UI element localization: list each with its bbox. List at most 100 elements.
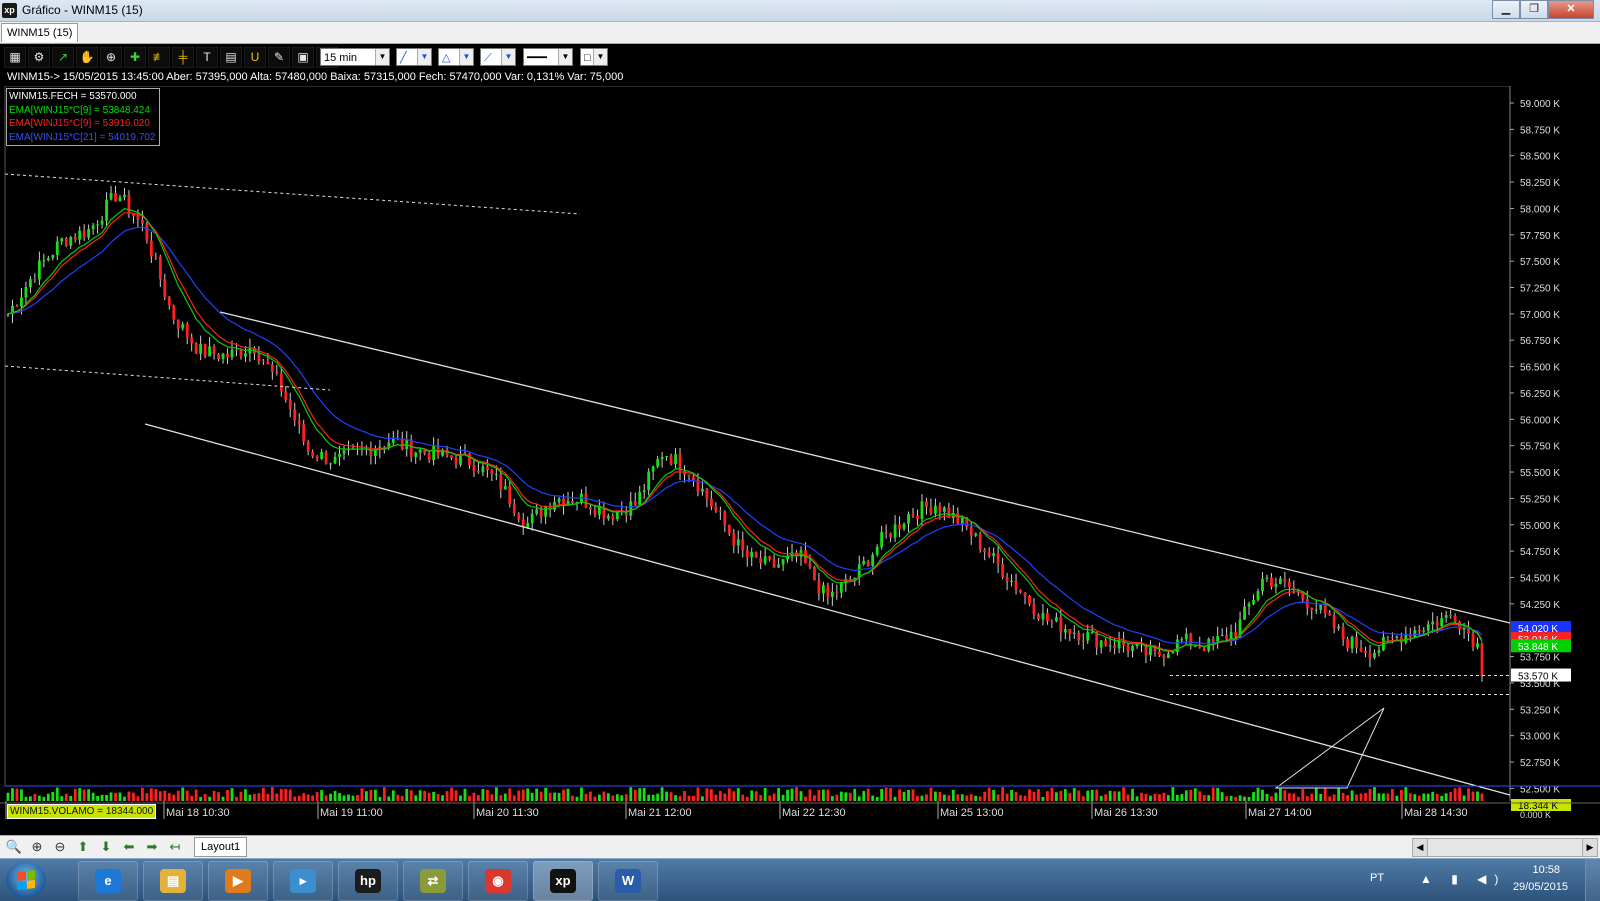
arrow-up-icon[interactable]: ⬆ (73, 838, 93, 856)
zoom-in-icon[interactable]: ⊕ (27, 838, 47, 856)
candle-body (750, 552, 754, 558)
minimize-button[interactable]: ▁ (1492, 0, 1520, 19)
candle-body (1332, 615, 1336, 629)
candle-body (109, 192, 113, 200)
volume-bar (1162, 792, 1166, 801)
text-icon[interactable]: T (196, 47, 218, 68)
volume-bar (1122, 787, 1125, 801)
arrow-start-icon[interactable]: ↤ (165, 838, 185, 856)
line-tool-icon: ╱ (400, 52, 407, 64)
taskbar-media-player[interactable]: ▶ (208, 861, 268, 901)
pencil-icon[interactable]: ✎ (268, 47, 290, 68)
candle-body (871, 554, 875, 567)
scroll-right-icon[interactable]: ▶ (1582, 839, 1597, 856)
taskbar-remote-desktop[interactable]: ▸ (273, 861, 333, 901)
arrow-down-icon[interactable]: ⬇ (96, 838, 116, 856)
line-tool-select[interactable]: ╱ ▼ (396, 48, 432, 66)
volume-bar (956, 794, 960, 801)
language-indicator[interactable]: PT (1370, 872, 1384, 884)
candle-body (1395, 636, 1399, 639)
volume-bar (1108, 790, 1112, 801)
volume-bar (123, 796, 126, 801)
volume-bar (920, 795, 924, 801)
candle-body (1202, 647, 1206, 651)
volume-bar (844, 792, 848, 801)
start-button[interactable] (6, 862, 46, 898)
volume-bar (11, 788, 14, 801)
tray-icons[interactable]: ▲ ▮ ◀) (1420, 872, 1506, 886)
taskbar-word[interactable]: W (598, 861, 658, 901)
close-button[interactable]: ✕ (1548, 0, 1594, 19)
candle-body (1028, 596, 1031, 605)
taskbar-xp-trading[interactable]: xp (533, 861, 593, 901)
x-tick-label: Mai 25 13:00 (940, 807, 1004, 819)
hand-icon[interactable]: ✋ (76, 47, 98, 68)
y-tick-label: 59.000 K (1520, 99, 1560, 110)
volume-bar (1099, 795, 1103, 801)
arrow-left-icon[interactable]: ⬅ (119, 838, 139, 856)
crosshair-icon[interactable]: ✚ (124, 47, 146, 68)
fan-tool-select[interactable]: ⟋ ▼ (480, 48, 516, 66)
clipboard-icon[interactable]: ▣ (292, 47, 314, 68)
volume-bar (114, 793, 117, 801)
volume-bar (889, 788, 893, 801)
taskbar-file-manager[interactable]: ⇄ (403, 861, 463, 901)
x-tick-label: Mai 18 10:30 (166, 807, 230, 819)
candle-body (969, 527, 973, 536)
fill-tool-select[interactable]: □ ▼ (580, 48, 608, 66)
volume-bar (826, 789, 830, 801)
candle-body (777, 564, 781, 568)
volume-bar (42, 796, 46, 801)
volume-bar (960, 794, 964, 801)
magnet-icon[interactable]: U (244, 47, 266, 68)
candle-body (1068, 629, 1072, 634)
candle-body (302, 424, 306, 442)
tab-winm15[interactable]: WINM15 (15) (1, 23, 79, 42)
interval-select[interactable]: 15 min ▼ (320, 48, 390, 66)
zoom-icon[interactable]: ⊕ (100, 47, 122, 68)
candle-body (817, 580, 821, 594)
volume-bar (490, 794, 494, 801)
horizontal-scrollbar[interactable]: ◀ ▶ (1412, 838, 1598, 857)
volume-bar (1202, 794, 1206, 801)
restore-button[interactable]: ❐ (1520, 0, 1548, 19)
plot-area[interactable] (4, 86, 1511, 787)
candle-body (96, 224, 100, 226)
taskbar-file-explorer[interactable]: ▤ (143, 861, 203, 901)
volume-bar (1278, 788, 1282, 801)
candle-body (279, 373, 283, 392)
candle-body (105, 199, 108, 221)
zoom-out-icon[interactable]: ⊖ (50, 838, 70, 856)
volume-bar (1090, 789, 1094, 801)
volume-bar (862, 791, 866, 801)
cursor-icon[interactable]: ↗ (52, 47, 74, 68)
taskbar-chrome[interactable]: ◉ (468, 861, 528, 901)
candle-body (1444, 614, 1448, 618)
chart-type-icon[interactable]: ▦ (4, 47, 26, 68)
candle-body (857, 564, 861, 578)
magnify-icon[interactable]: 🔍 (4, 838, 24, 856)
taskbar-hp-app[interactable]: hp (338, 861, 398, 901)
taskbar-internet-explorer[interactable]: e (78, 861, 138, 901)
volume-bar (947, 795, 951, 801)
volume-bar (530, 792, 534, 801)
candle-body (745, 550, 749, 558)
volume-bar (459, 795, 462, 801)
settings-icon[interactable]: ⚙ (28, 47, 50, 68)
shape-tool-select[interactable]: △ ▼ (438, 48, 474, 66)
calculator-icon[interactable]: ▤ (220, 47, 242, 68)
volume-bar (1166, 795, 1170, 801)
volume-bar (911, 789, 915, 801)
clock-time[interactable]: 10:58 (1532, 864, 1560, 876)
clock-date[interactable]: 29/05/2015 (1513, 881, 1568, 893)
tab-layout1[interactable]: Layout1 (194, 837, 248, 857)
line-style-select[interactable]: ━━━ ▼ (523, 48, 573, 66)
volume-bar (1337, 787, 1341, 801)
scroll-left-icon[interactable]: ◀ (1413, 839, 1428, 856)
fibonacci-icon[interactable]: ≢ (148, 47, 170, 68)
volume-bar (1175, 794, 1179, 801)
grid-lines-icon[interactable]: ╪ (172, 47, 194, 68)
show-desktop-button[interactable] (1585, 859, 1600, 901)
arrow-right-icon[interactable]: ➡ (142, 838, 162, 856)
price-chart[interactable]: 59.000 K 58.750 K 58.500 K 58.250 K 58.000 K… (0, 86, 1600, 835)
